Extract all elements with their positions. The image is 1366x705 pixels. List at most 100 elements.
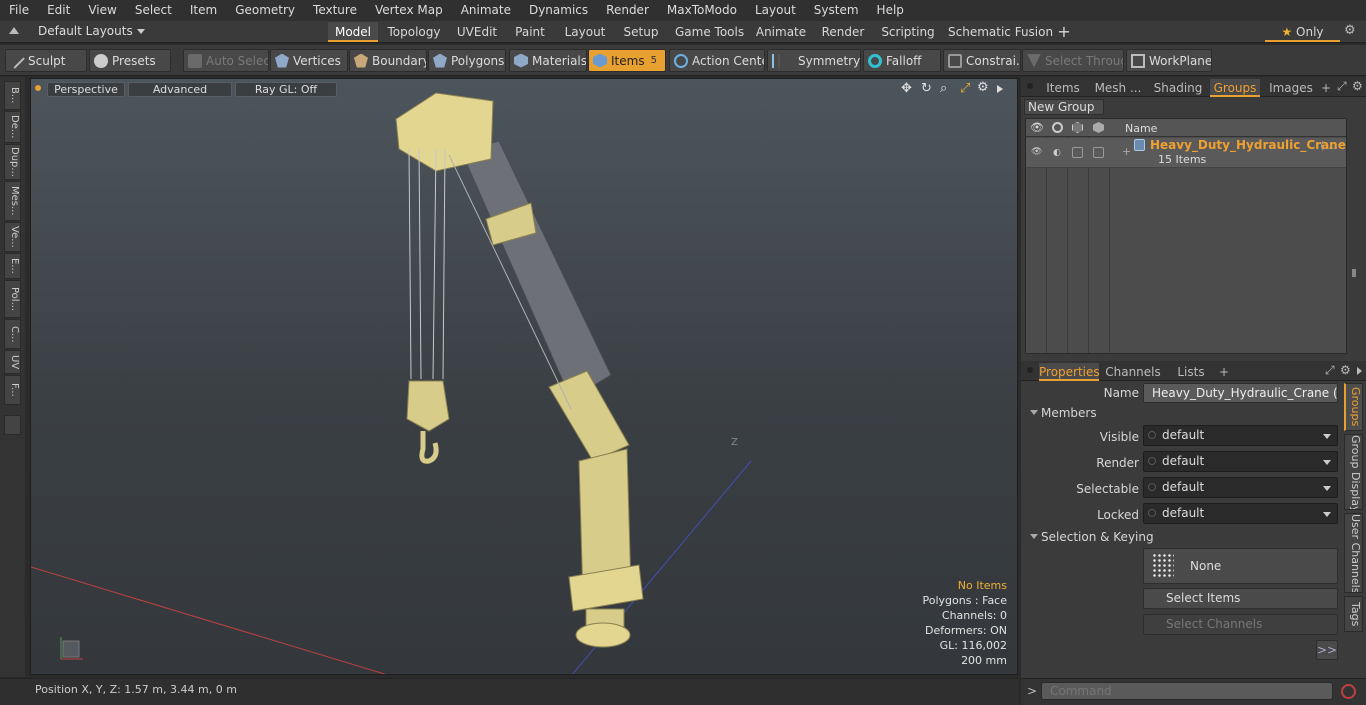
tab-lists[interactable]: Lists (1169, 363, 1213, 381)
row-eye-icon[interactable]: 👁 (1031, 147, 1042, 157)
left-tab-fusion[interactable]: F... (4, 375, 21, 405)
menu-select[interactable]: Select (126, 0, 181, 21)
expand-row-icon[interactable]: + (1122, 145, 1131, 158)
expand-panel-icon[interactable]: ⤢ (1337, 79, 1347, 94)
tab-items[interactable]: Items (1041, 79, 1085, 97)
side-tab-group-display[interactable]: Group Display (1344, 434, 1363, 510)
side-tab-groups[interactable]: Groups (1344, 383, 1363, 431)
maximize-view-icon[interactable]: ⤢ (960, 81, 970, 96)
add-panel-tab-button[interactable]: + (1319, 79, 1333, 97)
none-keying-button[interactable]: None (1143, 548, 1338, 584)
menu-animate[interactable]: Animate (452, 0, 520, 21)
raygl-toggle[interactable]: Ray GL: Off (235, 82, 337, 97)
visible-dropdown[interactable]: default (1143, 425, 1338, 446)
panel-settings-icon[interactable]: ⚙ (1352, 79, 1363, 93)
more-button[interactable]: >> (1316, 640, 1338, 660)
left-tab-curve[interactable]: C... (4, 319, 21, 349)
members-section-header[interactable]: Members (1026, 405, 1338, 421)
add-tab-button[interactable]: + (1054, 22, 1074, 42)
viewport-settings-icon[interactable]: ⚙ (977, 80, 989, 95)
materials-button[interactable]: Materials (509, 49, 587, 72)
menu-help[interactable]: Help (868, 0, 913, 21)
viewport-expand-icon[interactable] (997, 85, 1003, 93)
viewport-menu-dot[interactable] (35, 85, 41, 91)
left-tab-mesh-edit[interactable]: Mes... (4, 181, 21, 221)
tab-groups[interactable]: Groups (1210, 79, 1260, 97)
left-tab-basic[interactable]: B... (4, 81, 21, 110)
name-column-header[interactable]: Name (1125, 122, 1157, 135)
tab-setup[interactable]: Setup (622, 22, 660, 42)
properties-menu-dot[interactable] (1027, 367, 1033, 373)
properties-settings-icon[interactable]: ⚙ (1340, 363, 1351, 377)
menu-system[interactable]: System (805, 0, 868, 21)
locked-dropdown[interactable]: default (1143, 503, 1338, 524)
menu-dynamics[interactable]: Dynamics (520, 0, 597, 21)
tab-shading[interactable]: Shading (1151, 79, 1205, 97)
left-tab-extra[interactable] (4, 415, 21, 435)
shading-advanced-dropdown[interactable]: Advanced (128, 82, 232, 97)
render-dropdown[interactable]: default (1143, 451, 1338, 472)
tab-channels[interactable]: Channels (1105, 363, 1161, 381)
new-group-button[interactable]: New Group (1024, 99, 1104, 115)
row-render-icon[interactable]: ◐ (1053, 148, 1061, 158)
action-center-button[interactable]: Action Center (669, 49, 765, 72)
left-tab-vertex[interactable]: Ve... (4, 222, 21, 252)
menu-maxtomodo[interactable]: MaxToModo (658, 0, 746, 21)
left-tab-edge[interactable]: E... (4, 253, 21, 279)
tab-game-tools[interactable]: Game Tools (675, 22, 744, 42)
command-input[interactable] (1041, 682, 1333, 700)
selectable-dropdown[interactable]: default (1143, 477, 1338, 498)
workplane-button[interactable]: WorkPlane (1126, 49, 1212, 72)
side-tab-tags[interactable]: Tags (1344, 596, 1363, 632)
visibility-column-eye-icon[interactable]: 👁 (1030, 121, 1044, 134)
menu-item[interactable]: Item (181, 0, 226, 21)
render-column-icon[interactable] (1052, 122, 1063, 133)
table-row[interactable]: 👁 ◐ + Heavy_Duty_Hydraulic_Crane ( ... 1… (1026, 138, 1346, 168)
menu-edit[interactable]: Edit (38, 0, 79, 21)
select-column-icon[interactable] (1093, 122, 1104, 133)
record-icon[interactable] (1341, 684, 1356, 699)
constraints-button[interactable]: Constrai... (943, 49, 1021, 72)
select-through-button[interactable]: Select Through (1022, 49, 1124, 72)
3d-viewport[interactable]: Perspective Advanced Ray GL: Off ✥ ↻ ⌕ ⤢… (30, 78, 1018, 675)
vertices-button[interactable]: Vertices 1 (270, 49, 348, 72)
add-properties-tab-button[interactable]: + (1217, 363, 1231, 381)
boundary-button[interactable]: Boundary (349, 49, 427, 72)
menu-view[interactable]: View (79, 0, 125, 21)
gear-icon[interactable]: ⚙ (1344, 23, 1356, 38)
lock-column-icon[interactable] (1072, 122, 1083, 133)
view-perspective-dropdown[interactable]: Perspective (47, 82, 125, 97)
tab-paint[interactable]: Paint (512, 22, 548, 42)
properties-arrow-icon[interactable] (1357, 367, 1362, 375)
side-tab-user-channels[interactable]: User Channels (1344, 513, 1363, 593)
left-tab-duplicate[interactable]: Dup... (4, 144, 21, 180)
name-input[interactable]: Heavy_Duty_Hydraulic_Crane (17) (1143, 383, 1338, 403)
tab-properties[interactable]: Properties (1039, 363, 1100, 381)
falloff-button[interactable]: Falloff (863, 49, 941, 72)
tab-schematic-fusion[interactable]: Schematic Fusion (948, 22, 1053, 42)
group-name[interactable]: Heavy_Duty_Hydraulic_Crane (1150, 138, 1346, 152)
sculpt-button[interactable]: Sculpt (5, 49, 87, 72)
select-channels-button[interactable]: Select Channels (1143, 614, 1338, 635)
rotate-view-icon[interactable]: ↻ (921, 81, 932, 96)
menu-file[interactable]: File (0, 0, 38, 21)
layout-arrow-icon[interactable] (9, 27, 19, 34)
expand-properties-icon[interactable]: ⤢ (1325, 363, 1335, 378)
tab-images[interactable]: Images (1267, 79, 1315, 97)
tab-animate[interactable]: Animate (755, 22, 807, 42)
list-scrollbar[interactable] (1352, 269, 1356, 277)
panel-menu-dot[interactable] (1027, 83, 1033, 89)
tab-render[interactable]: Render (820, 22, 866, 42)
layout-preset-dropdown[interactable]: Default Layouts (38, 24, 145, 38)
tab-layout[interactable]: Layout (563, 22, 607, 42)
left-tab-deform[interactable]: De... (4, 111, 21, 143)
tab-uvedit[interactable]: UVEdit (455, 22, 499, 42)
zoom-view-icon[interactable]: ⌕ (940, 81, 947, 96)
left-tab-uv[interactable]: UV (4, 350, 21, 374)
menu-render[interactable]: Render (597, 0, 658, 21)
polygons-button[interactable]: Polygons (428, 49, 506, 72)
menu-geometry[interactable]: Geometry (226, 0, 304, 21)
select-items-button[interactable]: Select Items (1143, 588, 1338, 609)
tab-scripting[interactable]: Scripting (880, 22, 936, 42)
menu-vertex-map[interactable]: Vertex Map (366, 0, 452, 21)
